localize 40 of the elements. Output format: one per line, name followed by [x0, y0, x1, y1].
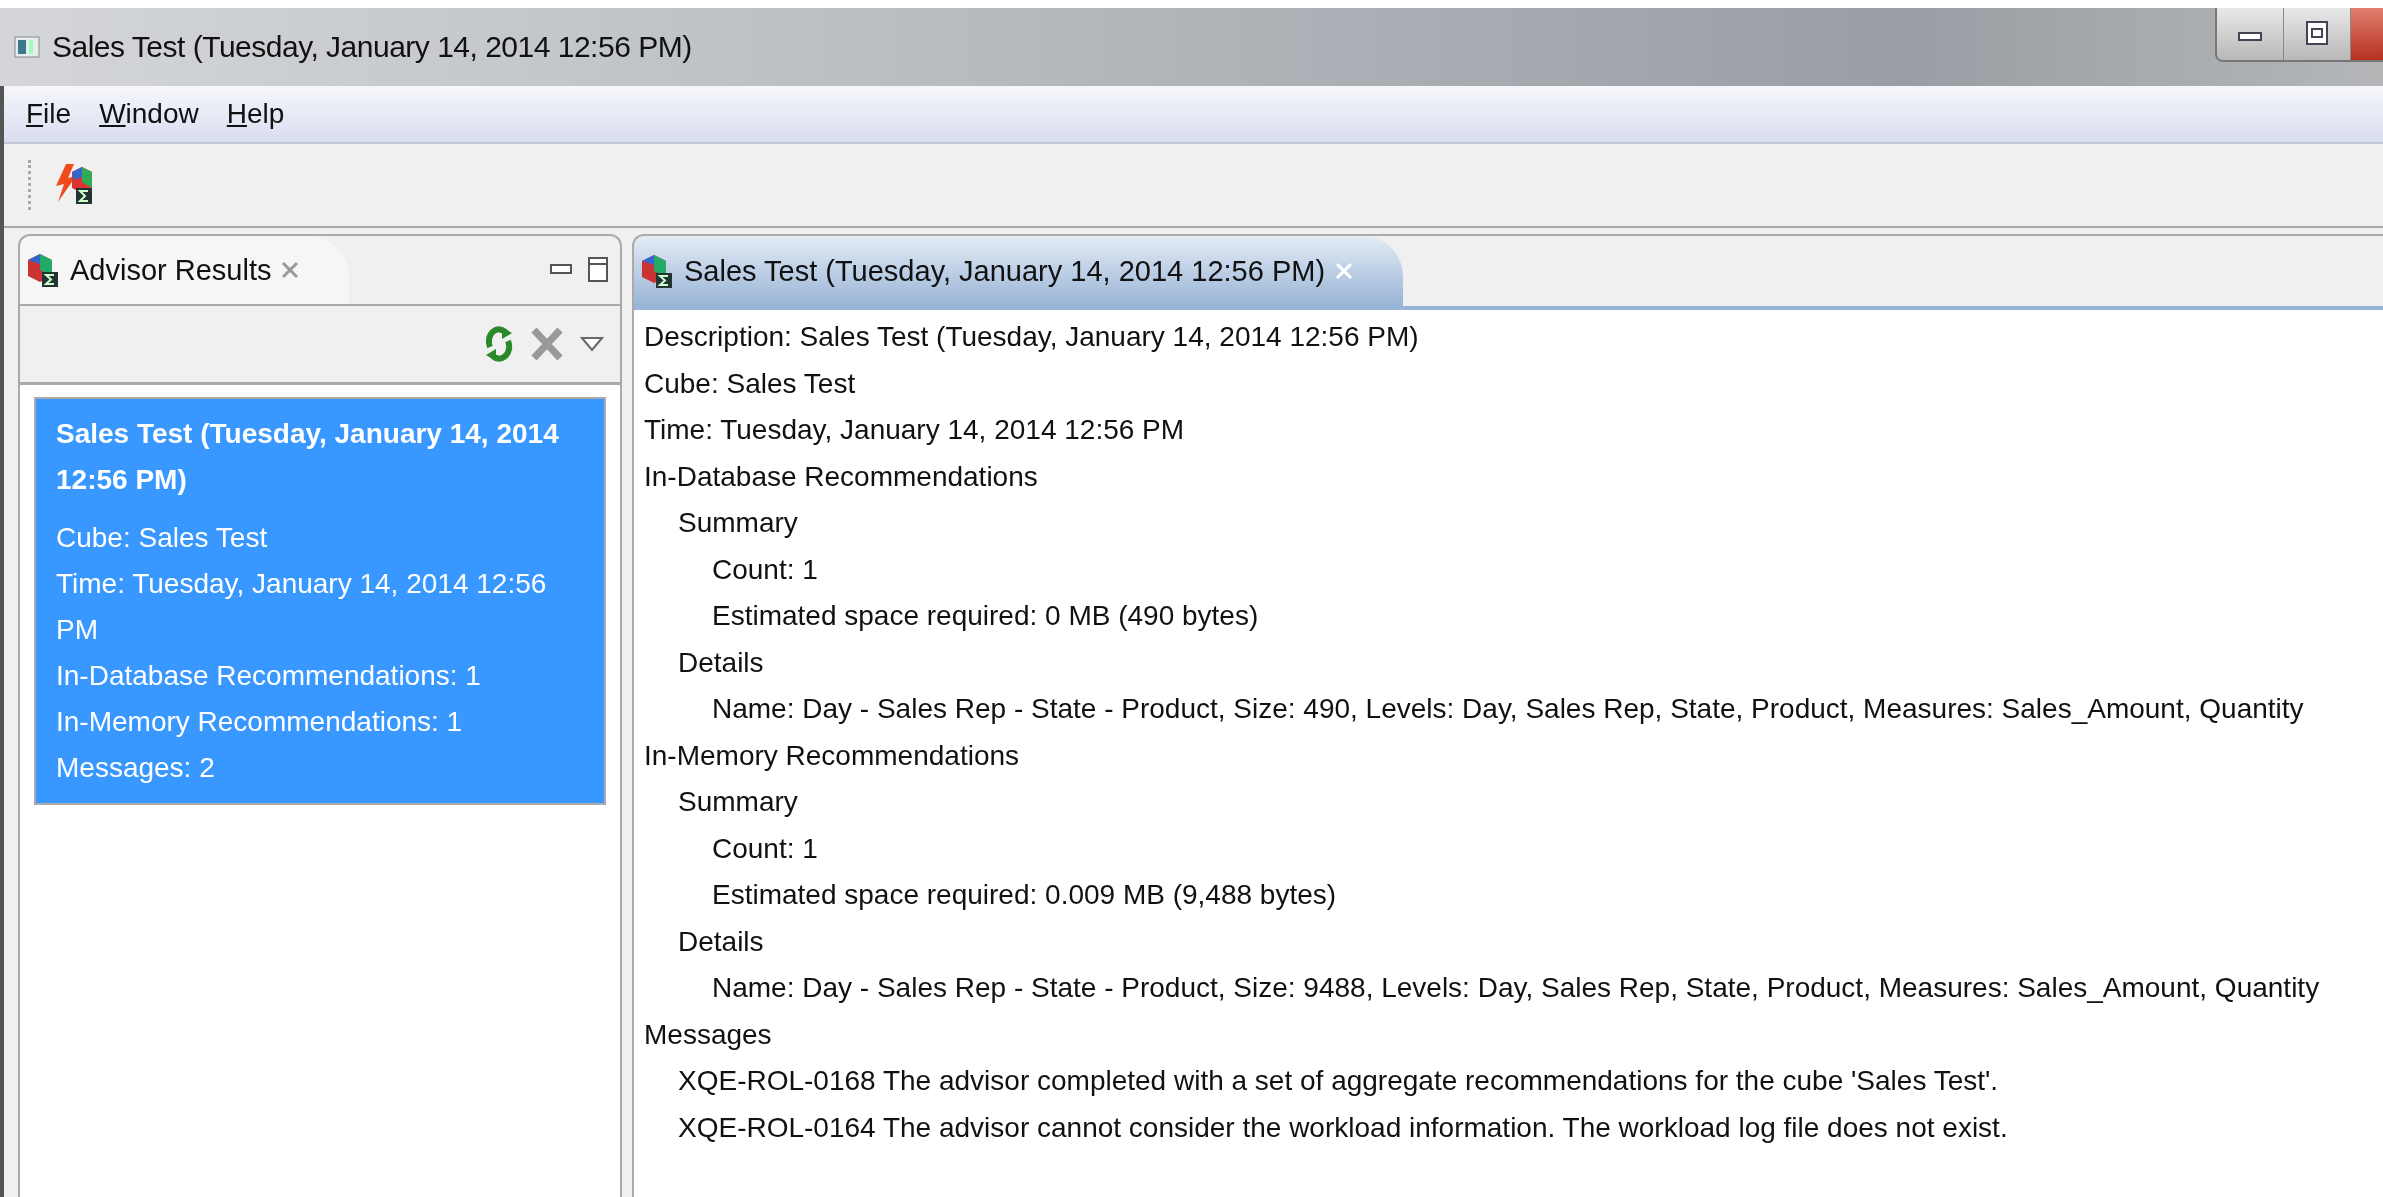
- result-line: Cube: Sales Test: [56, 521, 269, 555]
- detail-text: In-Memory Recommendations: [644, 739, 1020, 771]
- detail-text: Summary: [678, 507, 798, 538]
- detail-text: Messages: [644, 1018, 772, 1050]
- editor-tab[interactable]: Sales Test (Tuesday, January 14, 2014 12:56 PM): [634, 236, 1404, 306]
- result-line: In-Memory Recommendations: 1: [56, 705, 464, 739]
- detail-text: Count: 1: [712, 553, 818, 585]
- detail-text: Name: Day - Sales Rep - State - Product, Size: 490, Levels: Day, Sales Rep, State, Product, Measures: Sales_Amount, Quantity: [712, 693, 2304, 724]
- result-line: Time: Tuesday, January 14, 2014 12:56 PM: [56, 567, 548, 647]
- dropdown-triangle-icon[interactable]: [580, 336, 604, 352]
- detail-text: Details: [678, 646, 764, 678]
- detail-text: Estimated space required: 0.009 MB (9,488 bytes): [712, 879, 1337, 910]
- detail-text: Time: Tuesday, January 14, 2014 12:56 PM: [644, 414, 1185, 445]
- cube-icon: [640, 253, 674, 289]
- refresh-icon[interactable]: [484, 325, 514, 363]
- window-title: Sales Test (Tuesday, January 14, 2014 12:56 PM): [52, 30, 692, 64]
- maximize-button[interactable]: [2284, 8, 2351, 60]
- view-tab[interactable]: Advisor Results: [20, 236, 350, 304]
- result-title: Sales Test (Tuesday, January 14, 2014 12:56 PM): [56, 417, 560, 497]
- detail-text: Description: Sales Test (Tuesday, January 14, 2014 12:56 PM): [644, 321, 1419, 352]
- result-line: Messages: 2: [56, 751, 216, 785]
- close-icon[interactable]: [281, 261, 300, 279]
- cube-icon: [26, 252, 60, 288]
- menu-item[interactable]: Window: [99, 98, 199, 130]
- menu-item[interactable]: File: [26, 98, 72, 130]
- result-line: In-Database Recommendations: 1: [56, 659, 482, 693]
- detail-text: Estimated space required: 0 MB (490 bytes): [712, 600, 1259, 631]
- menu-item[interactable]: Help: [226, 98, 285, 130]
- minimize-icon[interactable]: [550, 264, 572, 276]
- detail-text: Cube: Sales Test: [644, 367, 856, 399]
- detail-text: XQE-ROL-0168 The advisor completed with a set of aggregate recommendations for the cube 'Sales Test'.: [678, 1065, 1999, 1096]
- minimize-button[interactable]: [2217, 8, 2284, 60]
- detail-text: Count: 1: [712, 832, 818, 864]
- maximize-icon[interactable]: [588, 257, 608, 283]
- detail-text: XQE-ROL-0164 The advisor cannot consider the workload information. The workload log file does not exist.: [678, 1111, 2008, 1143]
- window-icon: [14, 36, 40, 58]
- detail-text: In-Database Recommendations: [644, 460, 1038, 492]
- detail-text: Summary: [678, 786, 798, 817]
- detail-text: Name: Day - Sales Rep - State - Product, Size: 9488, Levels: Day, Sales Rep, State, Product, Measures: Sales_Amount, Quantity: [712, 972, 2320, 1003]
- detail-text: Details: [678, 925, 764, 957]
